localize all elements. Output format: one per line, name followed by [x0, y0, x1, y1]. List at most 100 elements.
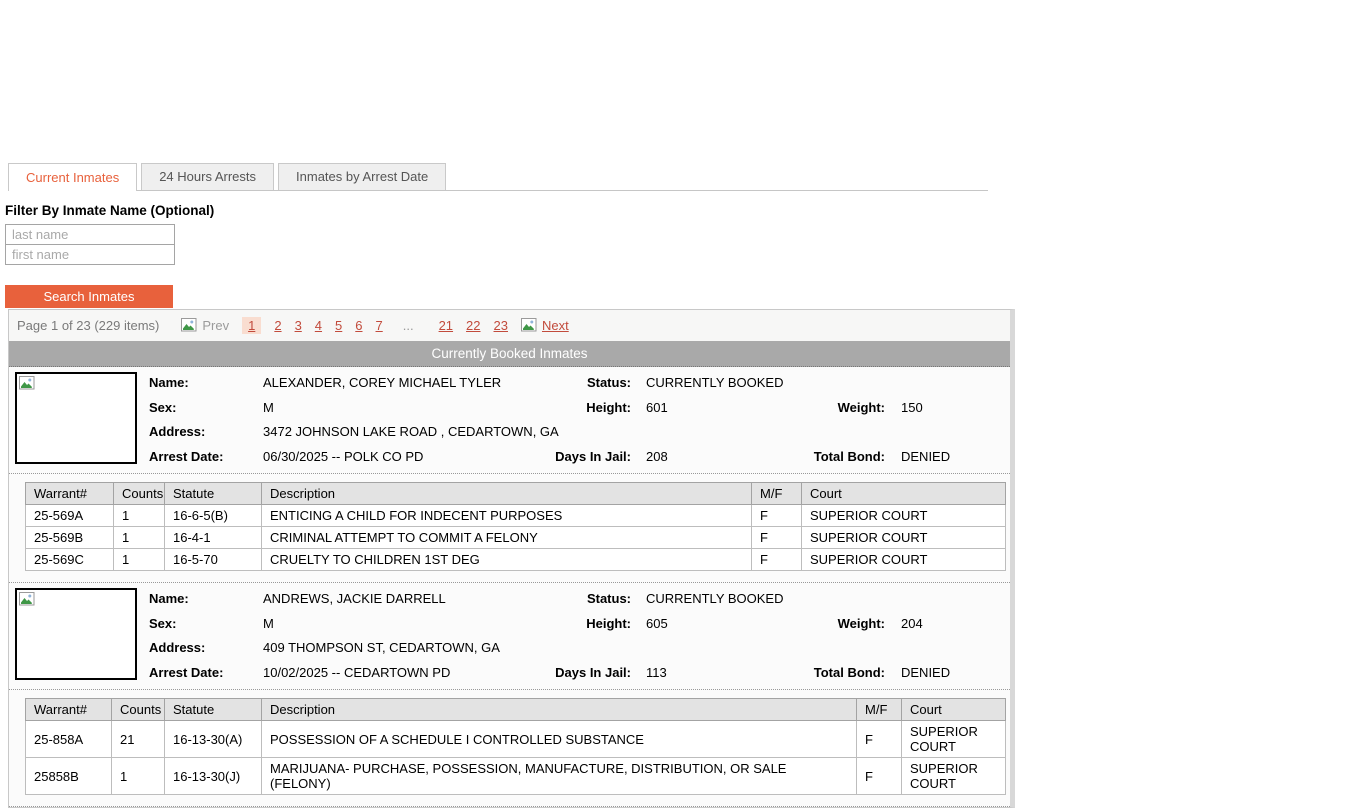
warrant-cell: MARIJUANA- PURCHASE, POSSESSION, MANUFAC… — [262, 758, 857, 795]
sex-label: Sex: — [149, 400, 176, 415]
inmate-sex-value: M — [263, 400, 274, 415]
warrant-col-header: Warrant# — [26, 483, 114, 505]
inmate-arrest-date-value: 06/30/2025 -- POLK CO PD — [263, 449, 423, 464]
inmate-record: Name: ALEXANDER, COREY MICHAEL TYLER Sex… — [9, 367, 1010, 474]
pager-page-23[interactable]: 23 — [494, 318, 508, 333]
warrant-cell: 1 — [114, 527, 165, 549]
inmate-photo — [15, 588, 137, 680]
warrant-cell: SUPERIOR COURT — [802, 505, 1006, 527]
pager: Page 1 of 23 (229 items) Prev1234567...2… — [9, 310, 1010, 341]
search-inmates-button[interactable]: Search Inmates — [5, 285, 173, 308]
warrant-cell: 25-569B — [26, 527, 114, 549]
warrant-cell: CRIMINAL ATTEMPT TO COMMIT A FELONY — [262, 527, 752, 549]
inmate-photo — [15, 372, 137, 464]
address-label: Address: — [149, 424, 205, 439]
pager-prev-button[interactable]: Prev — [181, 318, 229, 333]
warrant-cell: SUPERIOR COURT — [802, 549, 1006, 571]
inmate-record-wrap: Name: ALEXANDER, COREY MICHAEL TYLER Sex… — [9, 367, 1010, 583]
warrant-row: 25858B116-13-30(J)MARIJUANA- PURCHASE, P… — [26, 758, 1006, 795]
pager-page-5[interactable]: 5 — [335, 318, 342, 333]
last-name-input[interactable] — [5, 224, 175, 245]
broken-image-icon — [19, 379, 40, 394]
pager-links: Prev1234567...212223Next — [181, 317, 568, 334]
status-label: Status: — [471, 375, 631, 390]
warrant-cell: CRUELTY TO CHILDREN 1ST DEG — [262, 549, 752, 571]
pager-page-7[interactable]: 7 — [376, 318, 383, 333]
warrant-row: 25-569A116-6-5(B)ENTICING A CHILD FOR IN… — [26, 505, 1006, 527]
warrant-col-header: Counts — [114, 483, 165, 505]
inmate-weight-value: 150 — [901, 400, 923, 415]
filter-title: Filter By Inmate Name (Optional) — [5, 203, 265, 218]
inmate-height-value: 601 — [646, 400, 668, 415]
pager-page-21[interactable]: 21 — [439, 318, 453, 333]
inmate-name-value: ALEXANDER, COREY MICHAEL TYLER — [263, 375, 501, 390]
inmate-status-value: CURRENTLY BOOKED — [646, 591, 784, 606]
warrant-cell: 16-13-30(A) — [165, 721, 262, 758]
first-name-input[interactable] — [5, 244, 175, 265]
warrant-cell: 25858B — [26, 758, 112, 795]
warrant-cell: SUPERIOR COURT — [902, 758, 1006, 795]
inmate-records: Name: ALEXANDER, COREY MICHAEL TYLER Sex… — [9, 367, 1010, 807]
tab-current-inmates[interactable]: Current Inmates — [8, 163, 137, 191]
inmate-sex-value: M — [263, 616, 274, 631]
warrant-cell: 1 — [114, 549, 165, 571]
warrant-cell: F — [752, 505, 802, 527]
filter-section: Filter By Inmate Name (Optional) Search … — [5, 203, 265, 308]
days-in-jail-label: Days In Jail: — [471, 665, 631, 680]
pager-page-2[interactable]: 2 — [274, 318, 281, 333]
total-bond-label: Total Bond: — [731, 449, 885, 464]
warrant-col-header: Statute — [165, 483, 262, 505]
warrants-header-row: Warrant#CountsStatuteDescriptionM/FCourt — [26, 699, 1006, 721]
arrest-date-label: Arrest Date: — [149, 449, 223, 464]
pager-page-4[interactable]: 4 — [315, 318, 322, 333]
pager-page-22[interactable]: 22 — [466, 318, 480, 333]
total-bond-label: Total Bond: — [731, 665, 885, 680]
warrant-row: 25-569C116-5-70CRUELTY TO CHILDREN 1ST D… — [26, 549, 1006, 571]
warrant-col-header: Counts — [112, 699, 165, 721]
warrant-cell: F — [857, 758, 902, 795]
weight-label: Weight: — [731, 616, 885, 631]
pager-page-1[interactable]: 1 — [242, 317, 261, 334]
grid-title-band: Currently Booked Inmates — [9, 341, 1010, 367]
pager-prev-label: Prev — [202, 318, 229, 333]
name-label: Name: — [149, 591, 189, 606]
warrant-col-header: Description — [262, 483, 752, 505]
warrant-cell: 25-858A — [26, 721, 112, 758]
warrant-cell: 16-5-70 — [165, 549, 262, 571]
tab-strip: Current Inmates 24 Hours Arrests Inmates… — [8, 163, 988, 191]
height-label: Height: — [471, 400, 631, 415]
warrant-cell: SUPERIOR COURT — [902, 721, 1006, 758]
weight-label: Weight: — [731, 400, 885, 415]
sex-label: Sex: — [149, 616, 176, 631]
inmate-weight-value: 204 — [901, 616, 923, 631]
warrant-cell: 1 — [112, 758, 165, 795]
warrant-col-header: Description — [262, 699, 857, 721]
address-label: Address: — [149, 640, 205, 655]
tab-inmates-by-arrest-date[interactable]: Inmates by Arrest Date — [278, 163, 446, 190]
warrants-header-row: Warrant#CountsStatuteDescriptionM/FCourt — [26, 483, 1006, 505]
warrant-cell: 1 — [114, 505, 165, 527]
warrant-col-header: M/F — [752, 483, 802, 505]
inmates-grid: Page 1 of 23 (229 items) Prev1234567...2… — [8, 309, 1015, 808]
warrant-cell: 25-569C — [26, 549, 114, 571]
inmate-arrest-date-value: 10/02/2025 -- CEDARTOWN PD — [263, 665, 450, 680]
pager-page-6[interactable]: 6 — [355, 318, 362, 333]
inmate-address-value: 3472 JOHNSON LAKE ROAD , CEDARTOWN, GA — [263, 424, 559, 439]
pager-page-3[interactable]: 3 — [295, 318, 302, 333]
inmate-height-value: 605 — [646, 616, 668, 631]
inmate-name-value: ANDREWS, JACKIE DARRELL — [263, 591, 446, 606]
inmate-address-value: 409 THOMPSON ST, CEDARTOWN, GA — [263, 640, 500, 655]
warrants-section: Warrant#CountsStatuteDescriptionM/FCourt… — [9, 690, 1010, 807]
pager-summary: Page 1 of 23 (229 items) — [17, 318, 159, 333]
pager-next-button[interactable]: Next — [521, 318, 569, 333]
inmate-status-value: CURRENTLY BOOKED — [646, 375, 784, 390]
warrants-table: Warrant#CountsStatuteDescriptionM/FCourt… — [25, 698, 1006, 795]
tab-24-hours-arrests[interactable]: 24 Hours Arrests — [141, 163, 274, 190]
inmate-days-in-jail-value: 208 — [646, 449, 668, 464]
warrant-cell: 16-4-1 — [165, 527, 262, 549]
arrest-date-label: Arrest Date: — [149, 665, 223, 680]
warrant-cell: 16-6-5(B) — [165, 505, 262, 527]
inmate-total-bond-value: DENIED — [901, 449, 950, 464]
warrant-cell: ENTICING A CHILD FOR INDECENT PURPOSES — [262, 505, 752, 527]
warrant-cell: POSSESSION OF A SCHEDULE I CONTROLLED SU… — [262, 721, 857, 758]
